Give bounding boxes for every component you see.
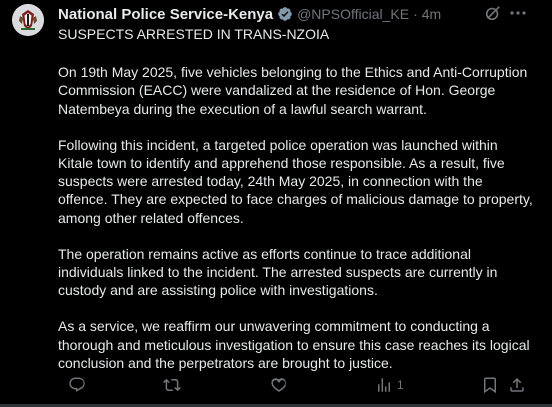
views-icon [378,378,390,392]
share-icon [510,377,524,392]
views-button[interactable]: 1 [375,375,404,395]
bookmark-button[interactable] [481,375,499,395]
post[interactable]: National Police Service-Kenya @NPSOffici… [0,0,552,407]
reply-button[interactable] [68,375,86,395]
post-paragraph: On 19th May 2025, five vehicles belongin… [58,64,528,117]
post-paragraph: Following this incident, a targeted poli… [58,136,533,226]
repost-button[interactable] [163,375,181,395]
views-count: 1 [397,378,404,392]
post-time[interactable]: 4m [422,6,441,22]
post-paragraph: The operation remains active as efforts … [58,245,498,299]
share-button[interactable] [508,375,526,395]
post-headline: SUSPECTS ARRESTED IN TRANS-NZOIA [58,26,330,42]
author-handle[interactable]: @NPSOfficial_KE [297,6,409,22]
police-emblem-icon [12,4,44,36]
bookmark-icon [484,377,496,394]
verified-badge-icon[interactable] [277,6,293,22]
post-header: National Police Service-Kenya @NPSOffici… [58,4,441,24]
post-text: SUSPECTS ARRESTED IN TRANS-NZOIA On 19th… [58,25,536,390]
more-options-icon[interactable] [508,4,528,22]
meta-separator: · [413,6,418,22]
author-name[interactable]: National Police Service-Kenya [58,6,273,23]
repost-icon [163,378,181,392]
grok-icon[interactable] [484,4,502,22]
action-bar: 1 [0,375,552,395]
like-button[interactable] [270,375,288,395]
post-paragraph: As a service, we reaffirm our unwavering… [58,318,530,371]
like-icon [271,378,287,392]
avatar[interactable] [12,4,44,36]
reply-icon [69,377,85,392]
